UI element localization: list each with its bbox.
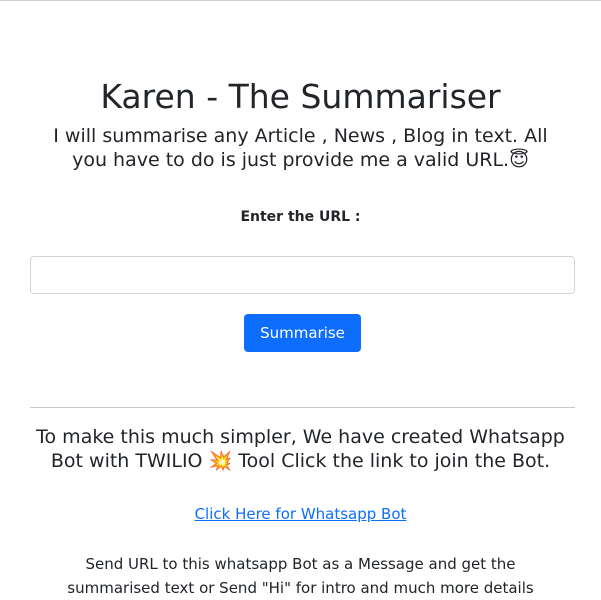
whatsapp-heading: To make this much simpler, We have creat… xyxy=(36,426,565,472)
page-title: Karen - The Summariser xyxy=(100,77,501,116)
url-input[interactable] xyxy=(30,256,575,294)
divider xyxy=(30,407,575,408)
summarise-button[interactable]: Summarise xyxy=(244,314,361,352)
url-label: Enter the URL : xyxy=(240,209,361,225)
whatsapp-bot-link[interactable]: Click Here for Whatsapp Bot xyxy=(195,505,407,523)
page-subtitle: I will summarise any Article , News , Bl… xyxy=(53,125,548,171)
